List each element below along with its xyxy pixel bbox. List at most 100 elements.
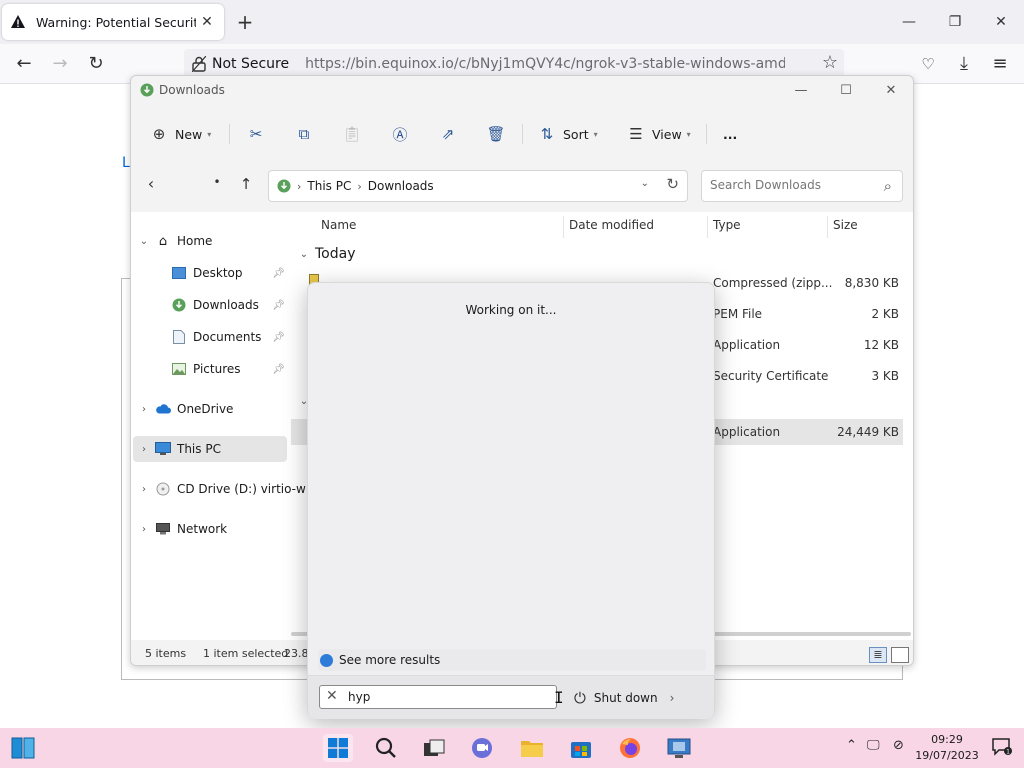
- pin-icon[interactable]: 📌︎: [272, 300, 285, 311]
- nav-item-this-pc[interactable]: › This PC: [133, 436, 287, 462]
- insecure-lock-icon[interactable]: [191, 55, 207, 73]
- remote-desktop-icon[interactable]: [664, 734, 694, 762]
- display-icon[interactable]: 🖵︎: [867, 738, 880, 753]
- nav-item-network[interactable]: › Network: [137, 516, 227, 542]
- pin-icon[interactable]: 📌︎: [272, 268, 285, 279]
- chat-icon[interactable]: [467, 734, 497, 762]
- globe-icon: [320, 653, 333, 667]
- notification-icon[interactable]: 1: [992, 738, 1012, 756]
- copy-button[interactable]: ⧉: [294, 122, 314, 146]
- paste-button[interactable]: 📋︎: [342, 122, 362, 146]
- explorer-close-icon[interactable]: ✕: [879, 80, 903, 102]
- document-icon: [171, 329, 187, 345]
- store-icon[interactable]: [566, 734, 596, 762]
- explorer-title-bar: Downloads — ☐ ✕: [131, 76, 913, 106]
- chevron-right-icon: ›: [142, 483, 146, 495]
- new-tab-icon[interactable]: +: [234, 11, 256, 33]
- breadcrumb-downloads[interactable]: Downloads: [368, 179, 434, 193]
- breadcrumb-this-pc[interactable]: This PC: [307, 179, 351, 193]
- details-view-icon[interactable]: ≣: [869, 647, 887, 663]
- close-tab-icon[interactable]: ✕: [198, 13, 216, 31]
- menu-icon[interactable]: ≡: [988, 52, 1012, 76]
- widgets-icon[interactable]: [8, 734, 38, 762]
- clear-search-icon[interactable]: ✕: [326, 688, 338, 704]
- nav-label: CD Drive (D:) virtio-w: [177, 482, 306, 496]
- reload-icon[interactable]: ↻: [84, 52, 108, 76]
- column-header-type[interactable]: Type: [713, 218, 741, 232]
- nav-item-documents[interactable]: Documents 📌︎: [167, 324, 285, 350]
- column-header-size[interactable]: Size: [833, 218, 858, 232]
- share-button[interactable]: ⇗: [438, 122, 458, 146]
- more-options-button[interactable]: ...: [723, 122, 737, 146]
- address-row: ‹ • ↑ › This PC › Downloads ⌄ ↻ ⌕: [131, 168, 913, 202]
- cell-type: PEM File: [713, 307, 763, 321]
- explorer-minimize-icon[interactable]: —: [789, 80, 813, 102]
- chevron-right-icon[interactable]: ›: [670, 691, 675, 705]
- task-view-icon[interactable]: [419, 734, 449, 762]
- shut-down-button[interactable]: ⏻ Shut down ›: [574, 687, 674, 709]
- start-search-input[interactable]: [348, 690, 548, 704]
- nav-item-onedrive[interactable]: › OneDrive: [137, 396, 233, 422]
- rename-button[interactable]: Ⓐ: [390, 122, 410, 146]
- column-header-name[interactable]: Name: [321, 218, 356, 232]
- sort-button[interactable]: ⇅ Sort ▾: [537, 122, 598, 146]
- start-search-box[interactable]: ✕: [319, 685, 557, 709]
- text-cursor-icon: I: [554, 688, 564, 707]
- system-clock[interactable]: 09:29 19/07/2023: [914, 732, 980, 764]
- scissors-icon: ✂: [249, 125, 263, 143]
- pin-icon[interactable]: 📌︎: [272, 332, 285, 343]
- explorer-toolbar: ⊕ New ▾ ✂ ⧉ 📋︎ Ⓐ ⇗ 🗑︎ ⇅ Sort ▾ ☰ View ▾ …: [131, 116, 913, 152]
- refresh-icon[interactable]: ↻: [666, 175, 679, 193]
- new-button[interactable]: ⊕ New ▾: [149, 122, 212, 146]
- downloads-icon[interactable]: ⤓: [952, 52, 976, 76]
- explorer-search-box[interactable]: ⌕: [701, 170, 903, 202]
- browser-tab[interactable]: Warning: Potential Security Risk Ahead ✕: [2, 4, 224, 40]
- nav-item-downloads[interactable]: Downloads 📌︎: [167, 292, 285, 318]
- restore-icon[interactable]: ❐: [943, 10, 967, 34]
- rename-icon: Ⓐ: [392, 125, 408, 144]
- pin-icon[interactable]: 📌︎: [272, 364, 285, 375]
- group-header-today[interactable]: ⌄ Today: [297, 246, 356, 262]
- explorer-maximize-icon[interactable]: ☐: [834, 80, 858, 102]
- firefox-icon[interactable]: [615, 734, 645, 762]
- up-arrow-icon[interactable]: ↑: [234, 172, 258, 196]
- pocket-icon[interactable]: ♡: [916, 52, 940, 76]
- plus-circle-icon: ⊕: [152, 125, 166, 143]
- see-more-results-link[interactable]: See more results: [318, 649, 706, 671]
- explorer-title: Downloads: [159, 83, 225, 97]
- back-icon[interactable]: ←: [12, 52, 36, 76]
- minimize-icon[interactable]: —: [897, 10, 921, 34]
- start-button[interactable]: [323, 734, 353, 762]
- nav-item-cd-drive[interactable]: › CD Drive (D:) virtio-w: [137, 476, 306, 502]
- close-window-icon[interactable]: ✕: [989, 10, 1013, 34]
- column-divider[interactable]: [707, 216, 708, 238]
- nav-label: This PC: [177, 442, 221, 456]
- nav-item-pictures[interactable]: Pictures 📌︎: [167, 356, 285, 382]
- nav-label: Pictures: [193, 362, 241, 376]
- nav-item-desktop[interactable]: Desktop 📌︎: [167, 260, 285, 286]
- forward-icon[interactable]: →: [48, 52, 72, 76]
- column-header-date[interactable]: Date modified: [569, 218, 654, 232]
- network-disconnected-icon[interactable]: ⊘: [893, 738, 904, 753]
- clipboard-icon: 📋︎: [342, 125, 362, 143]
- bookmark-star-icon[interactable]: ☆: [822, 52, 838, 73]
- nav-item-home[interactable]: ⌄ ⌂ Home: [137, 228, 213, 254]
- column-divider[interactable]: [563, 216, 564, 238]
- view-button[interactable]: ☰ View ▾: [626, 122, 690, 146]
- tray-chevron-up-icon[interactable]: ⌃: [846, 738, 857, 753]
- pictures-icon: [171, 361, 187, 377]
- search-icon[interactable]: [371, 734, 401, 762]
- explorer-back-icon[interactable]: ‹: [139, 172, 163, 196]
- cut-button[interactable]: ✂: [246, 122, 266, 146]
- page-link-fragment[interactable]: L: [122, 155, 130, 171]
- url-text[interactable]: https://bin.equinox.io/c/bNyj1mQVY4c/ngr…: [305, 56, 785, 72]
- not-secure-label[interactable]: Not Secure: [212, 56, 289, 72]
- file-explorer-icon[interactable]: [517, 734, 547, 762]
- search-downloads-input[interactable]: [710, 178, 870, 192]
- address-bar[interactable]: › This PC › Downloads ⌄ ↻: [268, 170, 688, 202]
- address-dropdown-icon[interactable]: ⌄: [641, 178, 649, 189]
- column-divider[interactable]: [827, 216, 828, 238]
- tiles-view-icon[interactable]: [891, 647, 909, 663]
- recent-dot-icon[interactable]: •: [205, 170, 229, 194]
- delete-button[interactable]: 🗑︎: [486, 122, 506, 146]
